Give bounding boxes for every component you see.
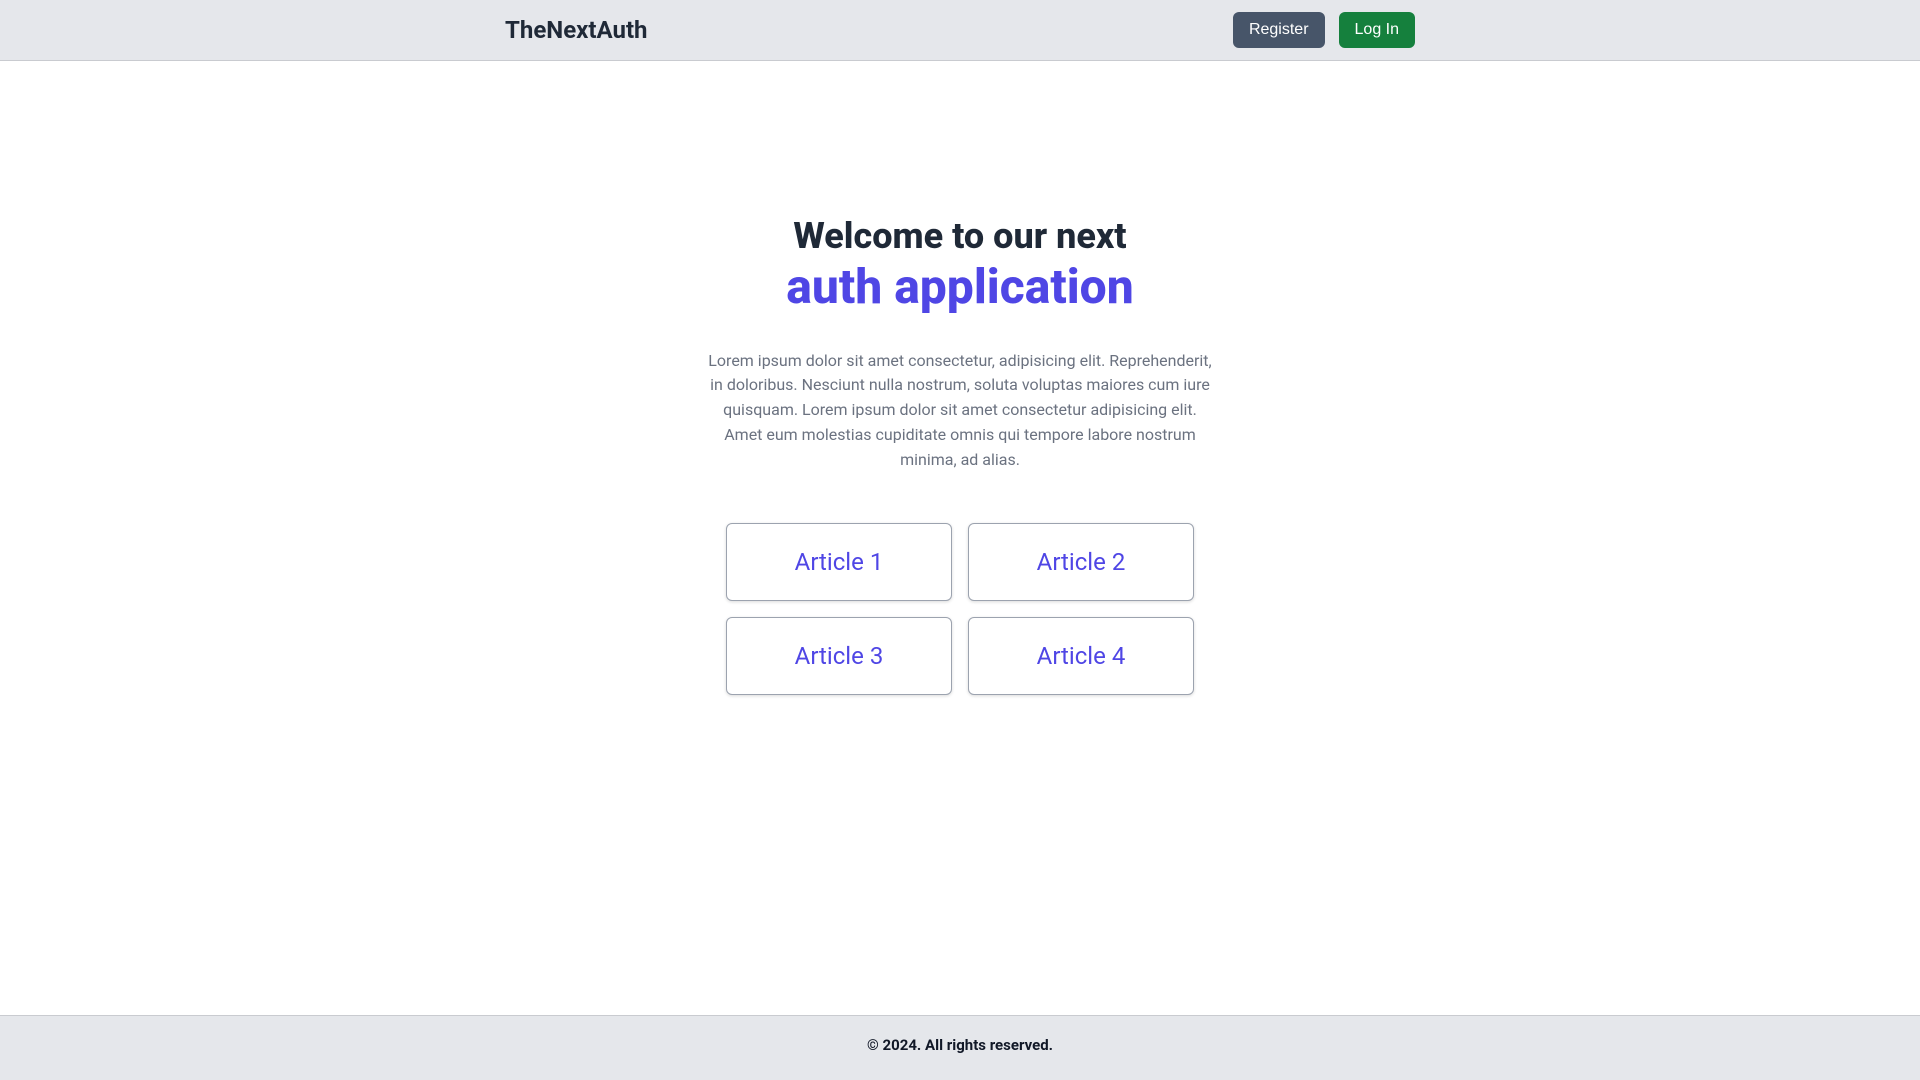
articles-grid: Article 1 Article 2 Article 3 Article 4	[726, 523, 1194, 695]
nav-buttons: Register Log In	[1233, 12, 1415, 48]
header-inner: TheNextAuth Register Log In	[505, 12, 1415, 48]
brand-title[interactable]: TheNextAuth	[505, 16, 648, 44]
article-card-1[interactable]: Article 1	[726, 523, 952, 601]
article-card-3[interactable]: Article 3	[726, 617, 952, 695]
main-content: Welcome to our next auth application Lor…	[0, 61, 1920, 1015]
footer-text: © 2024. All rights reserved.	[867, 1036, 1053, 1054]
login-button[interactable]: Log In	[1339, 12, 1415, 48]
footer: © 2024. All rights reserved.	[0, 1015, 1920, 1080]
register-button[interactable]: Register	[1233, 12, 1325, 48]
header: TheNextAuth Register Log In	[0, 0, 1920, 61]
hero-title-line1: Welcome to our next	[786, 216, 1133, 257]
article-card-4[interactable]: Article 4	[968, 617, 1194, 695]
hero-title: Welcome to our next auth application	[786, 216, 1133, 315]
hero-title-line2: auth application	[786, 259, 1133, 314]
hero-description: Lorem ipsum dolor sit amet consectetur, …	[705, 349, 1215, 473]
article-card-2[interactable]: Article 2	[968, 523, 1194, 601]
